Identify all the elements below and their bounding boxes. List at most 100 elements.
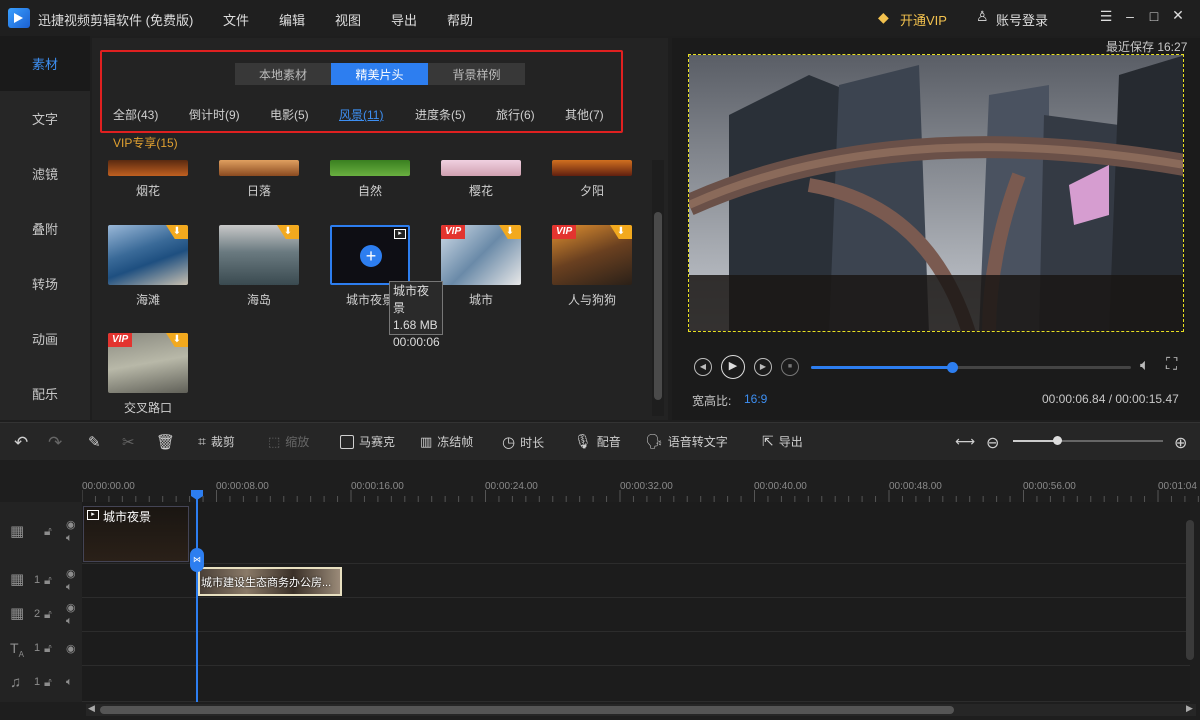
fit-timeline-icon[interactable]: ⟷ bbox=[955, 433, 975, 450]
aspect-value[interactable]: 16:9 bbox=[744, 392, 767, 406]
category-scenery[interactable]: 风景(11) bbox=[339, 106, 383, 123]
clip-name: 城市建设生态商务办公房... bbox=[201, 577, 332, 589]
scroll-right-icon[interactable]: ▶ bbox=[1186, 703, 1193, 714]
category-countdown[interactable]: 倒计时(9) bbox=[189, 106, 240, 123]
thumb-evening[interactable] bbox=[552, 160, 632, 176]
progress-handle[interactable] bbox=[946, 362, 958, 373]
lock-icon[interactable]: 🔓︎ bbox=[44, 675, 52, 690]
menu-view[interactable]: 视图 bbox=[335, 10, 361, 29]
track-text[interactable] bbox=[82, 632, 1190, 666]
scroll-thumb[interactable] bbox=[654, 212, 662, 400]
stop-icon[interactable]: ■ bbox=[781, 358, 799, 376]
crop-button[interactable]: ⌗ 裁剪 bbox=[198, 433, 235, 450]
edit-icon[interactable]: ✎ bbox=[88, 433, 101, 451]
nav-item-music[interactable]: 配乐 bbox=[0, 366, 90, 421]
delete-icon[interactable]: 🗑︎ bbox=[156, 433, 175, 451]
clip-city-building[interactable]: 城市建设生态商务办公房... bbox=[198, 567, 342, 596]
category-movie[interactable]: 电影(5) bbox=[270, 106, 309, 123]
menu-file[interactable]: 文件 bbox=[223, 10, 249, 29]
thumb-nature[interactable] bbox=[330, 160, 410, 176]
menu-icon[interactable]: ☰ bbox=[1096, 8, 1116, 25]
dub-button[interactable]: 🎙︎ 配音 bbox=[574, 433, 621, 450]
category-progress[interactable]: 进度条(5) bbox=[415, 106, 466, 123]
tab-local-material[interactable]: 本地素材 bbox=[235, 63, 331, 85]
track-main-video[interactable] bbox=[82, 502, 1190, 564]
track-pip-2[interactable] bbox=[82, 598, 1190, 632]
video-preview[interactable] bbox=[688, 54, 1184, 332]
menu-export[interactable]: 导出 bbox=[391, 10, 417, 29]
transition-marker-icon[interactable]: ⋈ bbox=[190, 548, 204, 572]
thumb-person-dog[interactable]: VIP ⬇ bbox=[552, 225, 632, 285]
category-other[interactable]: 其他(7) bbox=[565, 106, 604, 123]
speaker-icon[interactable]: 🔈︎ bbox=[66, 581, 73, 594]
thumb-beach[interactable]: ⬇ bbox=[108, 225, 188, 285]
thumb-fireworks[interactable] bbox=[108, 160, 188, 176]
track-number: 1 bbox=[34, 676, 41, 688]
menu-help[interactable]: 帮助 bbox=[447, 10, 473, 29]
next-frame-icon[interactable]: ▶ bbox=[754, 358, 772, 376]
menu-edit[interactable]: 编辑 bbox=[279, 10, 305, 29]
zoom-in-icon[interactable]: ⊕ bbox=[1174, 433, 1187, 453]
category-travel[interactable]: 旅行(6) bbox=[496, 106, 535, 123]
nav-item-filter[interactable]: 滤镜 bbox=[0, 146, 90, 201]
playhead[interactable] bbox=[196, 490, 198, 702]
duration-button[interactable]: ◷ 时长 bbox=[502, 433, 544, 451]
scroll-thumb[interactable] bbox=[100, 706, 954, 714]
thumb-city-night[interactable]: + ▸ bbox=[330, 225, 410, 285]
tick-label: 00:00:40.00 bbox=[754, 481, 807, 492]
zoom-out-icon[interactable]: ⊖ bbox=[986, 433, 999, 453]
nav-item-text[interactable]: 文字 bbox=[0, 91, 90, 146]
timeline-horizontal-scrollbar[interactable]: ◀ ▶ bbox=[86, 703, 1196, 716]
maximize-icon[interactable]: □ bbox=[1144, 8, 1164, 24]
tab-background[interactable]: 背景样例 bbox=[428, 63, 525, 85]
speaker-icon[interactable]: 🔈︎ bbox=[66, 532, 73, 545]
speaker-icon[interactable]: 🔈︎ bbox=[66, 615, 73, 628]
category-all[interactable]: 全部(43) bbox=[113, 106, 158, 123]
thumb-sakura[interactable] bbox=[441, 160, 521, 176]
account-login-button[interactable]: 账号登录 bbox=[996, 10, 1048, 29]
minimize-icon[interactable]: – bbox=[1120, 8, 1140, 24]
tick-label: 00:00:24.00 bbox=[485, 481, 538, 492]
add-icon[interactable]: + bbox=[360, 245, 382, 267]
nav-item-overlay[interactable]: 叠附 bbox=[0, 201, 90, 256]
clip-city-night[interactable]: ▸ 城市夜景 bbox=[83, 506, 189, 562]
prev-frame-icon[interactable]: ◀ bbox=[694, 358, 712, 376]
track-music[interactable] bbox=[82, 666, 1190, 702]
thumb-island[interactable]: ⬇ bbox=[219, 225, 299, 285]
eye-icon[interactable]: ◉ bbox=[66, 518, 76, 531]
nav-item-animation[interactable]: 动画 bbox=[0, 311, 90, 366]
play-icon[interactable]: ▶ bbox=[721, 355, 745, 379]
scroll-left-icon[interactable]: ◀ bbox=[88, 703, 95, 714]
playback-progress[interactable] bbox=[811, 362, 1131, 373]
nav-item-transition[interactable]: 转场 bbox=[0, 256, 90, 311]
thumb-city[interactable]: VIP ⬇ bbox=[441, 225, 521, 285]
undo-icon[interactable]: ↶ bbox=[14, 433, 28, 453]
redo-icon[interactable]: ↷ bbox=[48, 433, 62, 453]
volume-icon[interactable]: 🔈︎ bbox=[1140, 357, 1150, 375]
library-scrollbar[interactable] bbox=[652, 160, 664, 416]
zoom-slider-handle[interactable] bbox=[1053, 436, 1062, 445]
speaker-icon[interactable]: 🔈︎ bbox=[66, 676, 73, 689]
thumb-crossroad[interactable]: VIP ⬇ bbox=[108, 333, 188, 393]
export-button[interactable]: ⇱ 导出 bbox=[762, 433, 803, 450]
tab-intro[interactable]: 精美片头 bbox=[331, 63, 428, 85]
lock-icon[interactable]: 🔓︎ bbox=[44, 607, 52, 622]
cut-icon[interactable]: ✂ bbox=[122, 433, 135, 451]
close-icon[interactable]: ✕ bbox=[1168, 7, 1188, 24]
fullscreen-icon[interactable]: ⛶ bbox=[1166, 356, 1177, 374]
thumb-sunset[interactable] bbox=[219, 160, 299, 176]
eye-icon[interactable]: ◉ bbox=[66, 601, 76, 614]
zoom-button[interactable]: ⬚ 缩放 bbox=[268, 433, 309, 450]
eye-icon[interactable]: ◉ bbox=[66, 567, 76, 580]
vip-button[interactable]: 开通VIP bbox=[900, 10, 947, 29]
eye-icon[interactable]: ◉ bbox=[66, 642, 76, 655]
lock-icon[interactable]: 🔓︎ bbox=[44, 641, 52, 656]
timeline-vertical-scrollbar[interactable] bbox=[1186, 520, 1194, 660]
mosaic-button[interactable]: 马赛克 bbox=[340, 433, 395, 450]
lock-icon[interactable]: 🔓︎ bbox=[44, 573, 52, 588]
freeze-frame-button[interactable]: ▥ 冻结帧 bbox=[420, 433, 473, 450]
nav-item-material[interactable]: 素材 bbox=[0, 36, 90, 91]
lock-icon[interactable]: 🔓︎ bbox=[44, 524, 52, 539]
timeline-zoom-slider[interactable] bbox=[1013, 436, 1163, 445]
speech-to-text-button[interactable]: 🗣︎ 语音转文字 bbox=[645, 433, 728, 450]
